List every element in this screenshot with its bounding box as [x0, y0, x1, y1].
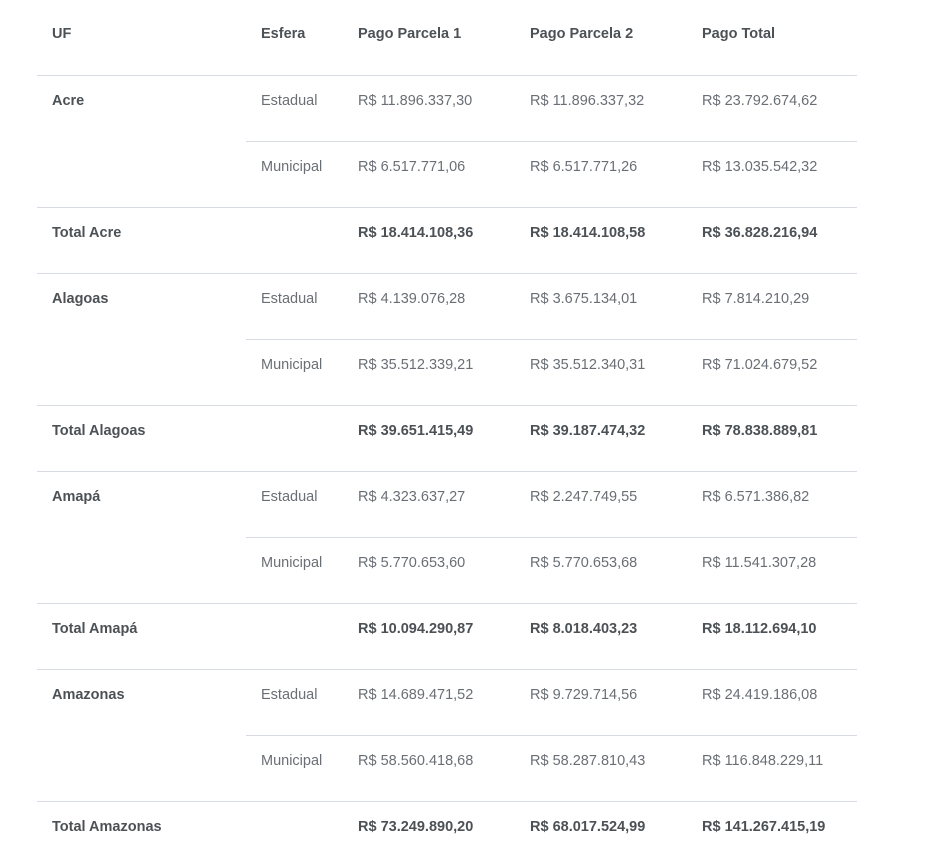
total-pago-total: R$ 78.838.889,81	[687, 404, 857, 471]
table-row: Acre Estadual R$ 11.896.337,30 R$ 11.896…	[37, 74, 857, 207]
table-row: Amazonas Estadual R$ 14.689.471,52 R$ 9.…	[37, 668, 857, 801]
pago-total-cell: R$ 11.541.307,28	[687, 536, 857, 603]
pago-parcela-1-cell: R$ 4.139.076,28	[343, 272, 515, 339]
header-row: UF Esfera Pago Parcela 1 Pago Parcela 2 …	[37, 0, 857, 76]
total-esfera-empty	[246, 602, 343, 669]
esfera-cell: Municipal	[246, 140, 343, 207]
total-label: Total Alagoas	[37, 404, 246, 471]
pago-parcela-2-cell: R$ 6.517.771,26	[515, 140, 687, 207]
pago-parcela-1-cell: R$ 14.689.471,52	[343, 668, 515, 735]
pago-parcela-2-cell: R$ 58.287.810,43	[515, 734, 687, 801]
esfera-cell: Municipal	[246, 338, 343, 405]
total-pago-total: R$ 141.267.415,19	[687, 800, 857, 867]
pago-parcela-2-cell: R$ 9.729.714,56	[515, 668, 687, 735]
total-pago-parcela-1: R$ 73.249.890,20	[343, 800, 515, 867]
pago-parcela-1-cell: R$ 6.517.771,06	[343, 140, 515, 207]
pago-total-cell: R$ 116.848.229,11	[687, 734, 857, 801]
header-esfera: Esfera	[246, 0, 343, 76]
table-header: UF Esfera Pago Parcela 1 Pago Parcela 2 …	[37, 0, 857, 76]
esfera-cell: Estadual	[246, 272, 343, 339]
total-pago-parcela-1: R$ 10.094.290,87	[343, 602, 515, 669]
total-pago-parcela-1: R$ 39.651.415,49	[343, 404, 515, 471]
pago-parcela-1-cell: R$ 4.323.637,27	[343, 470, 515, 537]
total-label: Total Amazonas	[37, 800, 246, 867]
header-pago-total: Pago Total	[687, 0, 857, 76]
pago-parcela-1-cell: R$ 5.770.653,60	[343, 536, 515, 603]
table-row: Alagoas Estadual R$ 4.139.076,28 R$ 3.67…	[37, 272, 857, 405]
esfera-cell: Estadual	[246, 74, 343, 141]
payments-table: UF Esfera Pago Parcela 1 Pago Parcela 2 …	[37, 0, 857, 867]
pago-total-cell: R$ 7.814.210,29	[687, 272, 857, 339]
pago-parcela-2-cell: R$ 11.896.337,32	[515, 74, 687, 141]
esfera-cell: Estadual	[246, 668, 343, 735]
header-pago-parcela-2: Pago Parcela 2	[515, 0, 687, 76]
table-row: Amapá Estadual R$ 4.323.637,27 R$ 2.247.…	[37, 470, 857, 603]
pago-total-cell: R$ 71.024.679,52	[687, 338, 857, 405]
state-name: Amapá	[37, 470, 246, 603]
esfera-cell: Estadual	[246, 470, 343, 537]
total-pago-total: R$ 36.828.216,94	[687, 206, 857, 273]
pago-parcela-2-cell: R$ 35.512.340,31	[515, 338, 687, 405]
header-uf: UF	[37, 0, 246, 76]
total-pago-parcela-2: R$ 68.017.524,99	[515, 800, 687, 867]
pago-total-cell: R$ 24.419.186,08	[687, 668, 857, 735]
state-name: Amazonas	[37, 668, 246, 801]
total-esfera-empty	[246, 206, 343, 273]
pago-parcela-1-cell: R$ 35.512.339,21	[343, 338, 515, 405]
pago-parcela-2-cell: R$ 2.247.749,55	[515, 470, 687, 537]
pago-parcela-1-cell: R$ 58.560.418,68	[343, 734, 515, 801]
total-row: Total Acre R$ 18.414.108,36 R$ 18.414.10…	[37, 206, 857, 273]
pago-total-cell: R$ 6.571.386,82	[687, 470, 857, 537]
state-name: Alagoas	[37, 272, 246, 405]
total-row: Total Amazonas R$ 73.249.890,20 R$ 68.01…	[37, 800, 857, 867]
pago-parcela-2-cell: R$ 5.770.653,68	[515, 536, 687, 603]
state-name: Acre	[37, 74, 246, 207]
pago-total-cell: R$ 13.035.542,32	[687, 140, 857, 207]
esfera-cell: Municipal	[246, 734, 343, 801]
total-pago-parcela-2: R$ 39.187.474,32	[515, 404, 687, 471]
pago-total-cell: R$ 23.792.674,62	[687, 74, 857, 141]
total-pago-parcela-2: R$ 18.414.108,58	[515, 206, 687, 273]
pago-parcela-2-cell: R$ 3.675.134,01	[515, 272, 687, 339]
total-pago-parcela-2: R$ 8.018.403,23	[515, 602, 687, 669]
total-esfera-empty	[246, 800, 343, 867]
total-pago-parcela-1: R$ 18.414.108,36	[343, 206, 515, 273]
header-pago-parcela-1: Pago Parcela 1	[343, 0, 515, 76]
total-row: Total Amapá R$ 10.094.290,87 R$ 8.018.40…	[37, 602, 857, 669]
total-label: Total Acre	[37, 206, 246, 273]
total-label: Total Amapá	[37, 602, 246, 669]
total-pago-total: R$ 18.112.694,10	[687, 602, 857, 669]
total-esfera-empty	[246, 404, 343, 471]
total-row: Total Alagoas R$ 39.651.415,49 R$ 39.187…	[37, 404, 857, 471]
pago-parcela-1-cell: R$ 11.896.337,30	[343, 74, 515, 141]
esfera-cell: Municipal	[246, 536, 343, 603]
table-body: Acre Estadual R$ 11.896.337,30 R$ 11.896…	[37, 74, 857, 867]
